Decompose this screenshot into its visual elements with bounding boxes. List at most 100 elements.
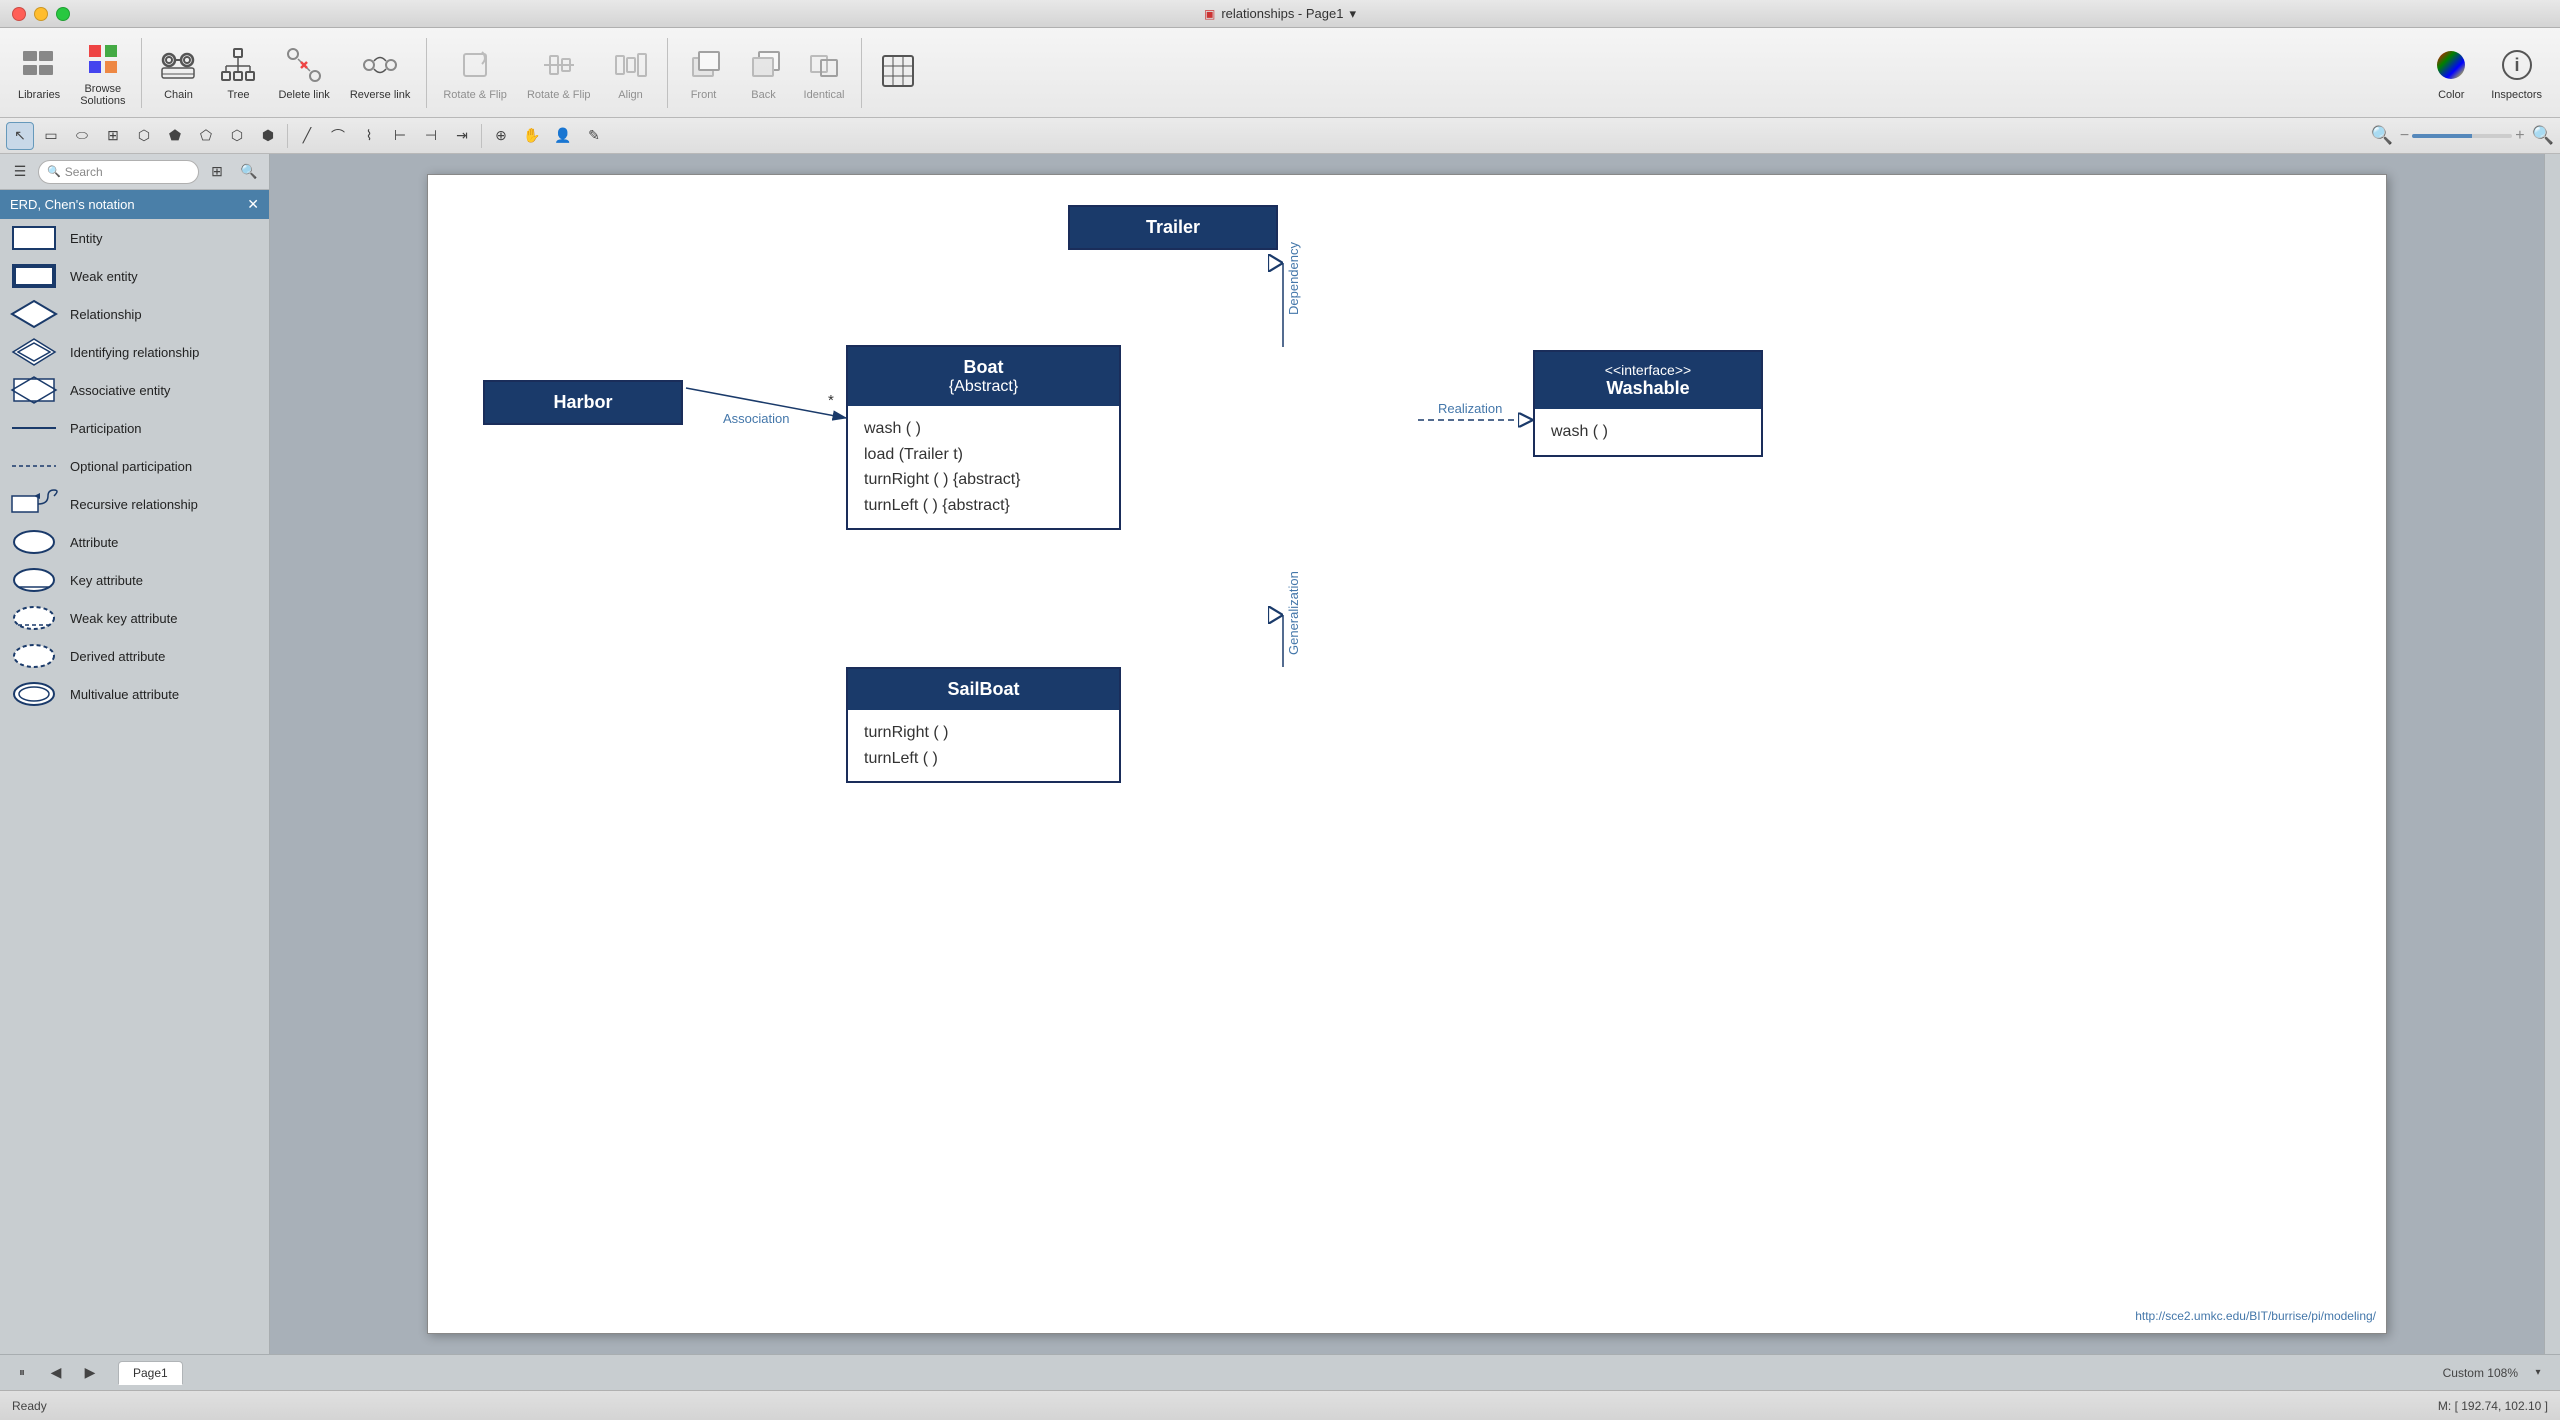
- sidebar-item-weak-entity[interactable]: Weak entity: [0, 257, 269, 295]
- connector-tool2[interactable]: ⊣: [417, 122, 445, 150]
- sailboat-box[interactable]: SailBoat turnRight ( ) turnLeft ( ): [846, 667, 1121, 783]
- toolbar-distribute[interactable]: Align: [603, 41, 659, 105]
- toolbar-front[interactable]: Front: [676, 41, 732, 105]
- sidebar-item-entity[interactable]: Entity: [0, 219, 269, 257]
- boat-box[interactable]: Boat {Abstract} wash ( ) load (Trailer t…: [846, 345, 1121, 530]
- sidebar-item-identifying-rel[interactable]: Identifying relationship: [0, 333, 269, 371]
- grid-icon: [878, 51, 918, 91]
- libraries-label: Libraries: [18, 89, 60, 101]
- trailer-box[interactable]: Trailer: [1068, 205, 1278, 250]
- sailboat-body: turnRight ( ) turnLeft ( ): [848, 710, 1119, 781]
- zoom-fit[interactable]: ⊕: [487, 122, 515, 150]
- minimize-button[interactable]: [34, 7, 48, 21]
- title-dropdown-icon[interactable]: ▾: [1349, 6, 1356, 22]
- sidebar-close-icon[interactable]: ✕: [247, 196, 259, 213]
- toolbar-rotate[interactable]: Rotate & Flip: [435, 41, 515, 105]
- sidebar-search-btn[interactable]: 🔍: [235, 158, 263, 186]
- polyline-tool[interactable]: ⌇: [355, 122, 383, 150]
- canvas-area[interactable]: Dependency Association * Realization Gen…: [270, 154, 2544, 1354]
- shape-tool4[interactable]: ⬡: [223, 122, 251, 150]
- toolbar-grid[interactable]: [870, 47, 926, 99]
- sidebar-search-container[interactable]: 🔍 Search: [38, 160, 199, 184]
- key-attribute-icon: [10, 565, 58, 595]
- zoom-dropdown-btn[interactable]: ▾: [2524, 1359, 2552, 1387]
- close-button[interactable]: [12, 7, 26, 21]
- main-area: ☰ 🔍 Search ⊞ 🔍 ERD, Chen's notation ✕ En…: [0, 154, 2560, 1354]
- sidebar-item-recursive-rel[interactable]: Recursive relationship: [0, 485, 269, 523]
- sidebar-item-derived-attribute[interactable]: Derived attribute: [0, 637, 269, 675]
- app-icon: ▣: [1204, 7, 1215, 21]
- weak-entity-label: Weak entity: [70, 269, 138, 284]
- attribute-shape: [10, 527, 58, 557]
- right-scrollbar[interactable]: [2544, 154, 2560, 1354]
- window-controls[interactable]: [12, 7, 70, 21]
- boat-subtitle: {Abstract}: [864, 378, 1103, 396]
- washable-name: Washable: [1551, 378, 1745, 399]
- sidebar-item-assoc-entity[interactable]: Associative entity: [0, 371, 269, 409]
- prev-page-btn[interactable]: ◀: [42, 1359, 70, 1387]
- maximize-button[interactable]: [56, 7, 70, 21]
- washable-box[interactable]: <<interface>> Washable wash ( ): [1533, 350, 1763, 457]
- zoom-slider[interactable]: [2412, 134, 2512, 138]
- shape-tool3[interactable]: ⬠: [192, 122, 220, 150]
- line-tool[interactable]: ╱: [293, 122, 321, 150]
- sidebar-grid-btn[interactable]: ⊞: [203, 158, 231, 186]
- sidebar-list-btn[interactable]: ☰: [6, 158, 34, 186]
- page-tab-1[interactable]: Page1: [118, 1361, 183, 1385]
- toolbar-chain[interactable]: Chain: [150, 41, 206, 105]
- ellipse-tool[interactable]: ⬭: [68, 122, 96, 150]
- curve-tool[interactable]: ⌒: [324, 122, 352, 150]
- status-text: Ready: [12, 1399, 47, 1413]
- libraries-icon: [19, 45, 59, 85]
- toolbar-browse[interactable]: BrowseSolutions: [72, 35, 133, 111]
- harbor-box[interactable]: Harbor: [483, 380, 683, 425]
- zoom-plus[interactable]: +: [2515, 127, 2524, 145]
- washable-method: wash ( ): [1551, 419, 1745, 445]
- svg-text:Association: Association: [723, 411, 789, 426]
- multivalue-attribute-icon: [10, 679, 58, 709]
- sidebar-item-multivalue-attribute[interactable]: Multivalue attribute: [0, 675, 269, 713]
- assoc-entity-shape: [10, 375, 58, 405]
- derived-attribute-label: Derived attribute: [70, 649, 165, 664]
- weak-key-attribute-label: Weak key attribute: [70, 611, 177, 626]
- toolbar-inspectors[interactable]: i Inspectors: [2483, 41, 2550, 105]
- sidebar-item-weak-key-attribute[interactable]: Weak key attribute: [0, 599, 269, 637]
- toolbar-back[interactable]: Back: [736, 41, 792, 105]
- pause-btn[interactable]: ⏸: [8, 1359, 36, 1387]
- select-tool[interactable]: ↖: [6, 122, 34, 150]
- connector-tool3[interactable]: ⇥: [448, 122, 476, 150]
- washable-header: <<interface>> Washable: [1535, 352, 1761, 409]
- window-title: ▣ relationships - Page1 ▾: [1204, 6, 1356, 22]
- pencil-tool[interactable]: ✎: [580, 122, 608, 150]
- toolbar-tree[interactable]: Tree: [210, 41, 266, 105]
- pan-tool[interactable]: ✋: [518, 122, 546, 150]
- sidebar-item-key-attribute[interactable]: Key attribute: [0, 561, 269, 599]
- table-tool[interactable]: ⊞: [99, 122, 127, 150]
- toolbar-color[interactable]: Color: [2423, 41, 2479, 105]
- shape-tool2[interactable]: ⬟: [161, 122, 189, 150]
- participation-shape: [10, 413, 58, 443]
- secondary-toolbar: ↖ ▭ ⬭ ⊞ ⬡ ⬟ ⬠ ⬡ ⬢ ╱ ⌒ ⌇ ⊢ ⊣ ⇥ ⊕ ✋ 👤 ✎ 🔍 …: [0, 118, 2560, 154]
- zoom-out-btn[interactable]: 🔍: [2370, 125, 2392, 146]
- svg-text:i: i: [2514, 55, 2519, 75]
- toolbar-libraries[interactable]: Libraries: [10, 41, 68, 105]
- zoom-in-btn[interactable]: 🔍: [2532, 125, 2554, 146]
- rect-tool[interactable]: ▭: [37, 122, 65, 150]
- sidebar-item-relationship[interactable]: Relationship: [0, 295, 269, 333]
- shape-tool1[interactable]: ⬡: [130, 122, 158, 150]
- toolbar-align[interactable]: Rotate & Flip: [519, 41, 599, 105]
- sidebar-item-attribute[interactable]: Attribute: [0, 523, 269, 561]
- toolbar-delete-link[interactable]: Delete link: [270, 41, 337, 105]
- sidebar-item-participation[interactable]: Participation: [0, 409, 269, 447]
- boat-method-2: turnRight ( ) {abstract}: [864, 467, 1103, 493]
- canvas[interactable]: Dependency Association * Realization Gen…: [427, 174, 2387, 1334]
- shape-tool5[interactable]: ⬢: [254, 122, 282, 150]
- next-page-btn[interactable]: ▶: [76, 1359, 104, 1387]
- zoom-minus[interactable]: −: [2400, 127, 2409, 145]
- optional-participation-shape: [10, 451, 58, 481]
- toolbar-identical[interactable]: Identical: [796, 41, 853, 105]
- sidebar-item-optional-participation[interactable]: Optional participation: [0, 447, 269, 485]
- person-tool[interactable]: 👤: [549, 122, 577, 150]
- toolbar-reverse-link[interactable]: Reverse link: [342, 41, 419, 105]
- connector-tool1[interactable]: ⊢: [386, 122, 414, 150]
